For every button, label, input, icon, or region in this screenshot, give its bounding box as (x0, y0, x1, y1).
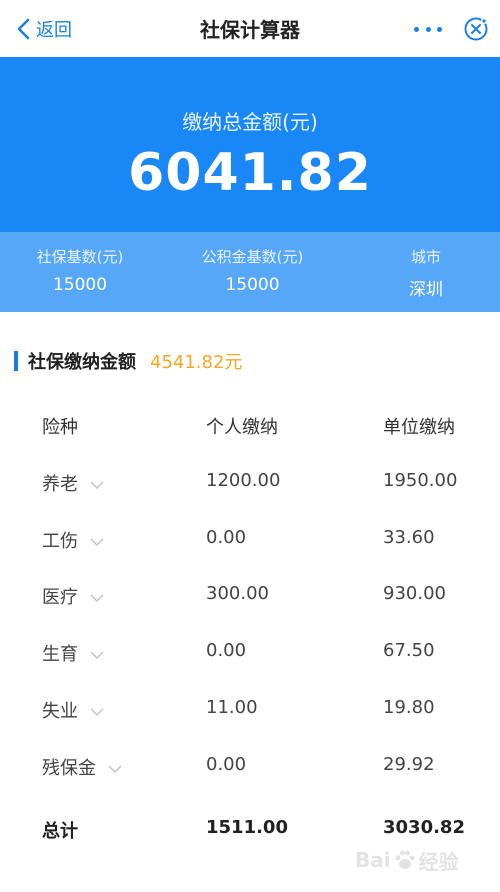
close-circle-icon (464, 17, 488, 41)
social-security-base[interactable]: 社保基数(元) 15000 (0, 246, 160, 295)
header-personal: 个人缴纳 (206, 417, 278, 438)
total-label: 总计 (42, 821, 78, 842)
row-type-label: 残保金 (42, 758, 96, 779)
table-header: 险种 个人缴纳 单位缴纳 (0, 405, 500, 445)
close-button[interactable] (463, 16, 489, 42)
row-type: 残保金 (42, 754, 122, 780)
city-label: 城市 (410, 248, 441, 266)
row-type-label: 生育 (42, 644, 78, 665)
header-type: 险种 (42, 417, 78, 438)
social-security-base-value: 15000 (52, 275, 108, 295)
total-personal: 1511.00 (206, 817, 288, 838)
watermark-text-left: Bai (355, 848, 391, 872)
total-company: 3030.82 (383, 817, 465, 838)
row-type-label: 医疗 (42, 587, 78, 608)
section-title: 社保缴纳金额 (28, 352, 136, 373)
housing-fund-base-value: 15000 (225, 275, 280, 295)
row-type: 工伤 (42, 527, 104, 553)
city-selector[interactable]: 城市 深圳 (385, 246, 467, 300)
table-row[interactable]: 生育 0.00 67.50 (0, 632, 500, 672)
section-accent-bar (14, 351, 18, 371)
more-dot (425, 26, 431, 32)
row-personal: 11.00 (206, 697, 258, 718)
table-row[interactable]: 残保金 0.00 29.92 (0, 746, 500, 786)
row-personal: 300.00 (206, 583, 269, 604)
row-company: 33.60 (383, 527, 435, 548)
paw-icon (395, 850, 415, 869)
chevron-down-icon[interactable] (90, 538, 104, 546)
row-type: 失业 (42, 697, 104, 723)
row-personal: 1200.00 (206, 470, 281, 491)
total-amount-value: 6041.82 (128, 143, 372, 203)
row-type: 生育 (42, 640, 104, 666)
total-amount-label: 缴纳总金额(元) (182, 110, 318, 134)
chevron-down-icon[interactable] (90, 594, 104, 602)
section-header: 社保缴纳金额 4541.82元 (14, 347, 242, 375)
row-company: 930.00 (383, 583, 446, 604)
navigation-bar: 返回 社保计算器 (0, 0, 500, 57)
section-amount: 4541.82元 (150, 352, 243, 373)
row-company: 1950.00 (383, 470, 458, 491)
table-row[interactable]: 失业 11.00 19.80 (0, 689, 500, 729)
more-dots-icon (414, 26, 419, 32)
housing-fund-base-label: 公积金基数(元) (201, 248, 304, 266)
chevron-down-icon[interactable] (90, 481, 104, 489)
baidu-watermark: Bai 经验 (355, 838, 459, 882)
total-amount-panel: 缴纳总金额(元) 6041.82 (0, 57, 500, 232)
housing-fund-base[interactable]: 公积金基数(元) 15000 (180, 246, 325, 295)
social-security-base-label: 社保基数(元) (36, 248, 124, 266)
table-row[interactable]: 医疗 300.00 930.00 (0, 575, 500, 615)
row-type-label: 养老 (42, 474, 78, 495)
row-type: 医疗 (42, 583, 104, 609)
row-type-label: 失业 (42, 701, 78, 722)
row-type-label: 工伤 (42, 531, 78, 552)
row-type: 养老 (42, 470, 104, 496)
row-company: 19.80 (383, 697, 435, 718)
table-row[interactable]: 养老 1200.00 1950.00 (0, 462, 500, 502)
more-dot (437, 26, 442, 32)
chevron-down-icon[interactable] (90, 651, 104, 659)
row-personal: 0.00 (206, 527, 247, 548)
base-info-strip: 社保基数(元) 15000 公积金基数(元) 15000 城市 深圳 (0, 232, 500, 312)
more-button[interactable] (414, 17, 442, 41)
table-row[interactable]: 工伤 0.00 33.60 (0, 519, 500, 559)
row-company: 67.50 (383, 640, 435, 661)
row-personal: 0.00 (206, 640, 247, 661)
row-personal: 0.00 (206, 754, 247, 775)
header-company: 单位缴纳 (383, 417, 455, 438)
chevron-down-icon[interactable] (90, 708, 104, 716)
chevron-down-icon[interactable] (108, 765, 122, 773)
watermark-text-right: 经验 (418, 849, 459, 874)
row-company: 29.92 (383, 754, 435, 775)
city-value: 深圳 (409, 280, 443, 300)
